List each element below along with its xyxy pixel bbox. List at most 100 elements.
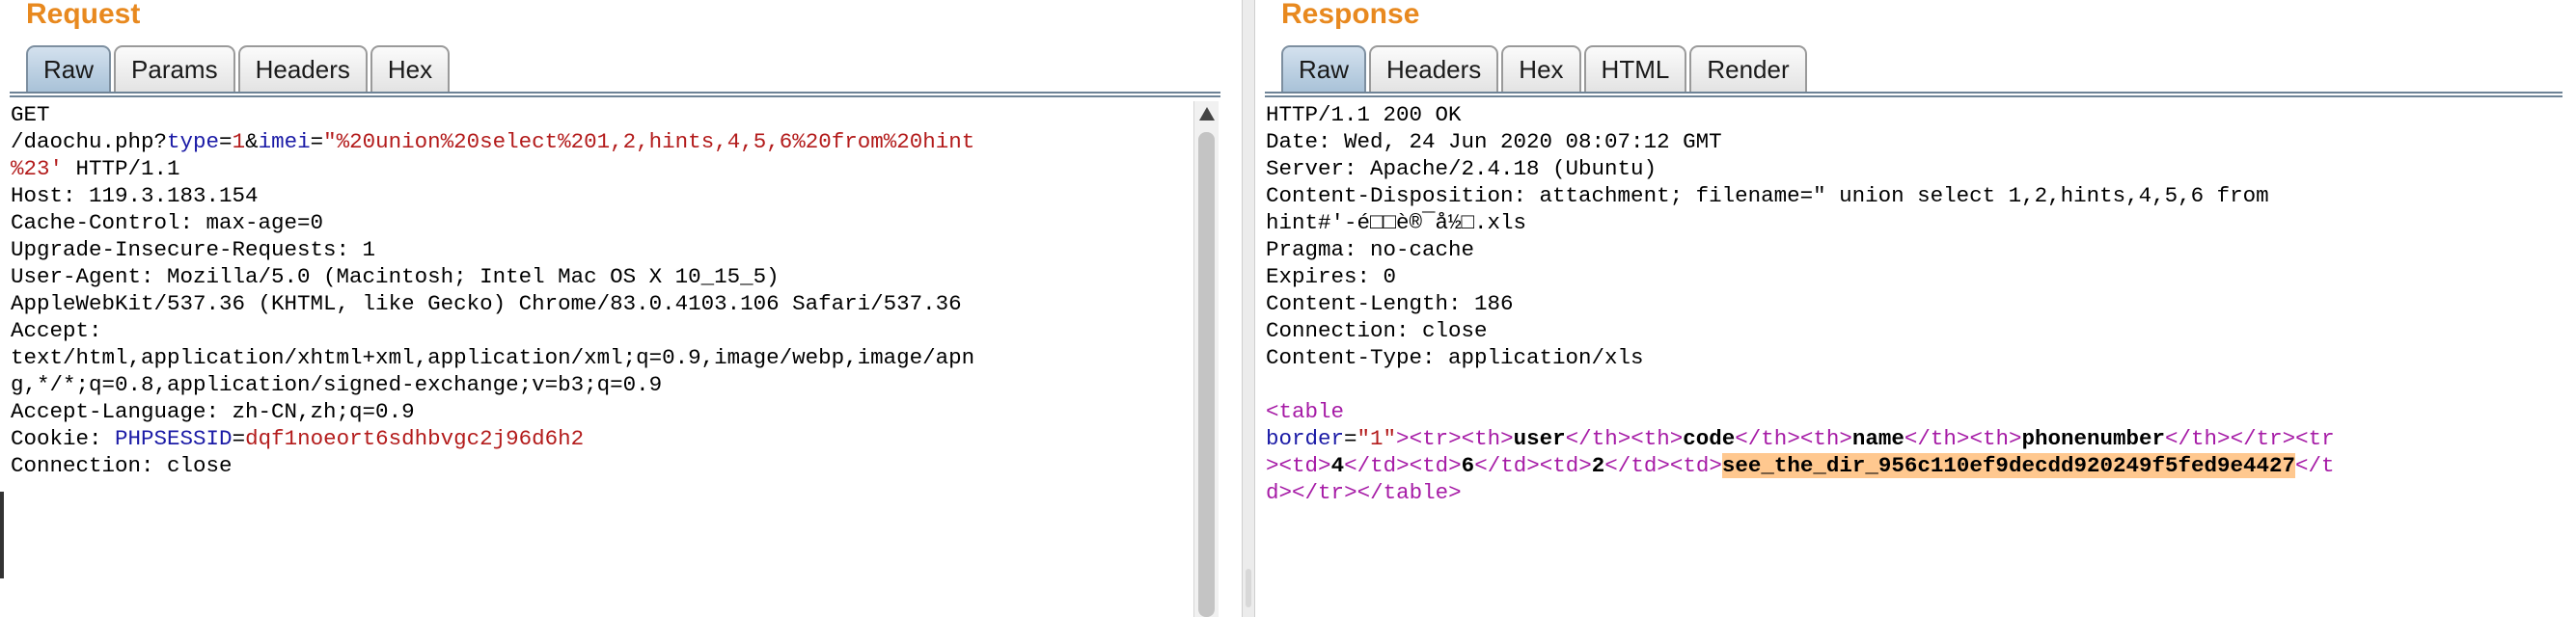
tag-bracket: <: [1799, 426, 1814, 451]
header-host: Host: 119.3.183.154: [11, 183, 259, 208]
tag-table: table: [1278, 399, 1345, 424]
response-tab-raw[interactable]: Raw: [1281, 45, 1367, 92]
request-tab-headers[interactable]: Headers: [237, 45, 368, 92]
header-connection: Connection: close: [11, 453, 233, 478]
tag-bracket: <: [1969, 426, 1983, 451]
equals-sign: =: [232, 426, 246, 451]
tag-bracket: <: [1409, 426, 1423, 451]
tag-bracket: >: [1709, 453, 1722, 478]
tag-bracket: >: [1526, 453, 1540, 478]
attr-border-value: "1": [1357, 426, 1397, 451]
request-line-path: /daochu.php?type=1&imei="%20union%20sele…: [11, 128, 974, 155]
request-path: /daochu.php?: [11, 129, 168, 154]
window-edge: [0, 492, 4, 578]
header-cookie: Cookie: PHPSESSID=dqf1noeort6sdhbvgc2j96…: [11, 425, 974, 452]
tag-bracket: >: [1657, 453, 1670, 478]
tag-bracket: >: [1578, 453, 1592, 478]
td-name-value: 6: [1461, 453, 1475, 478]
response-tab-html[interactable]: HTML: [1583, 45, 1687, 92]
tag-bracket: </: [1292, 480, 1319, 505]
tag-bracket: >: [2282, 426, 2296, 451]
response-title: Response: [1281, 0, 1420, 30]
tag-tr: tr: [1318, 480, 1345, 505]
tag-th: th: [1761, 426, 1788, 451]
http-version: HTTP/1.1: [63, 156, 180, 181]
tag-th: th: [1813, 426, 1840, 451]
td-code-value: 4: [1330, 453, 1345, 478]
response-pragma: Pragma: no-cache: [1266, 237, 1475, 262]
header-accept-value: text/html,application/xhtml+xml,applicat…: [11, 345, 975, 370]
response-server: Server: Apache/2.4.18 (Ubuntu): [1266, 156, 1658, 181]
request-line-path-cont: %23' HTTP/1.1: [11, 155, 974, 182]
tag-table: table: [1383, 480, 1449, 505]
tag-th: th: [1643, 426, 1670, 451]
response-content-type: Content-Type: application/xls: [1266, 345, 1644, 370]
cookie-label: Cookie:: [11, 426, 116, 451]
scroll-thumb[interactable]: [1198, 132, 1215, 617]
tag-td: td: [1422, 453, 1449, 478]
tag-tr: tr: [1422, 426, 1449, 451]
tag-bracket: >: [1396, 426, 1410, 451]
tag-bracket: </: [1565, 426, 1592, 451]
tag-bracket: >: [1787, 426, 1800, 451]
request-tab-hex[interactable]: Hex: [370, 45, 451, 92]
scroll-up-arrow-icon[interactable]: [1199, 107, 1215, 121]
header-upgrade: Upgrade-Insecure-Requests: 1: [11, 237, 376, 262]
tag-tr: tr: [2256, 426, 2283, 451]
request-tab-bar: Raw Params Headers Hex: [26, 45, 452, 94]
cookie-name: PHPSESSID: [115, 426, 233, 451]
tag-bracket: </: [1357, 480, 1384, 505]
header-accept-language: Accept-Language: zh-CN,zh;q=0.9: [11, 399, 415, 424]
attr-border: border: [1266, 426, 1345, 451]
response-panel: Response Raw Headers Hex HTML Render HTT…: [1255, 0, 2576, 617]
header-accept-value-cont: g,*/*;q=0.8,application/signed-exchange;…: [11, 372, 663, 397]
tag-bracket: >: [2217, 426, 2231, 451]
tag-bracket: <: [1631, 426, 1644, 451]
response-tab-bar: Raw Headers Hex HTML Render: [1281, 45, 1810, 94]
highlighted-flag-value[interactable]: see_the_dir_956c110ef9decdd920249f5fed9e…: [1721, 453, 2295, 478]
td-phone-value: 2: [1591, 453, 1605, 478]
header-cache-control: Cache-Control: max-age=0: [11, 210, 324, 235]
response-editor[interactable]: HTTP/1.1 200 OK Date: Wed, 24 Jun 2020 08…: [1266, 101, 2335, 506]
equals-sign: =: [1344, 426, 1357, 451]
response-tab-render[interactable]: Render: [1689, 45, 1807, 92]
equals-sign: =: [310, 129, 324, 154]
tag-td: td: [1292, 453, 1319, 478]
response-tab-rule: [1265, 92, 2562, 97]
divider-grip-icon[interactable]: [1246, 569, 1251, 607]
tag-bracket: <: [2295, 426, 2309, 451]
tag-bracket: </: [1344, 453, 1371, 478]
request-scrollbar[interactable]: [1193, 101, 1219, 617]
tag-td-part: d: [1266, 480, 1279, 505]
response-expires: Expires: 0: [1266, 264, 1397, 289]
tag-bracket: >: [1448, 480, 1462, 505]
response-tab-hex[interactable]: Hex: [1501, 45, 1581, 92]
request-editor[interactable]: GET/daochu.php?type=1&imei="%20union%20s…: [11, 101, 974, 479]
ampersand: &: [245, 129, 259, 154]
response-tab-headers[interactable]: Headers: [1369, 45, 1499, 92]
response-disposition-cont: hint#'-é□□è®¯å½□.xls: [1266, 210, 1527, 235]
tag-bracket: >: [1318, 453, 1331, 478]
param-type-value: 1: [232, 129, 246, 154]
header-user-agent: User-Agent: Mozilla/5.0 (Macintosh; Inte…: [11, 264, 780, 289]
request-tab-params[interactable]: Params: [114, 45, 235, 92]
tag-tr: tr: [2308, 426, 2335, 451]
response-date: Date: Wed, 24 Jun 2020 08:07:12 GMT: [1266, 129, 1722, 154]
response-connection: Connection: close: [1266, 318, 1488, 343]
tag-bracket: </: [2295, 453, 2322, 478]
tag-th: th: [1591, 426, 1618, 451]
tag-th: th: [1930, 426, 1957, 451]
cookie-value: dqf1noeort6sdhbvgc2j96d6h2: [245, 426, 585, 451]
param-imei-name: imei: [258, 129, 311, 154]
split-divider[interactable]: [1242, 0, 1255, 617]
tag-th: th: [1982, 426, 2009, 451]
tag-bracket: >: [1278, 480, 1293, 505]
tag-td: td: [1552, 453, 1579, 478]
request-title: Request: [26, 0, 141, 30]
request-tab-raw[interactable]: Raw: [26, 45, 112, 92]
tag-bracket: >: [1500, 426, 1514, 451]
header-user-agent-cont: AppleWebKit/537.36 (KHTML, like Gecko) C…: [11, 291, 962, 316]
th-phonenumber: phonenumber: [2021, 426, 2166, 451]
body-line-3: ><td>4</td><td>6</td><td>2</td><td>see_t…: [1266, 452, 2335, 479]
